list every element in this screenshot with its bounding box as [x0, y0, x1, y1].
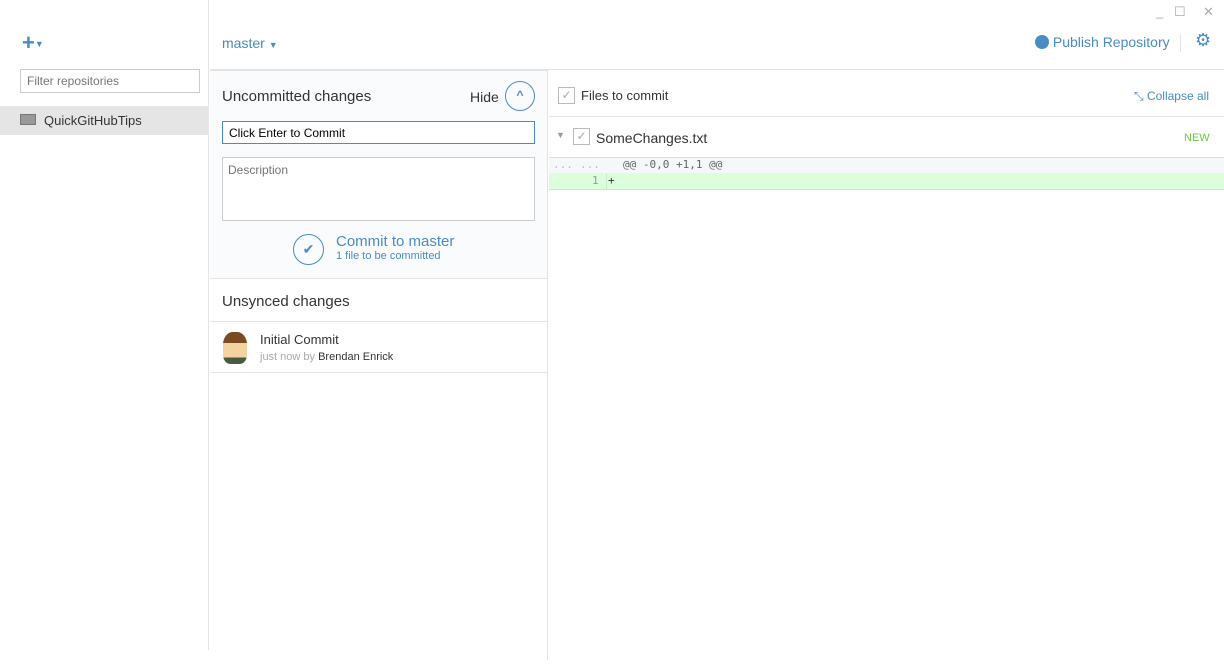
unsynced-title: Unsynced changes [222, 293, 350, 310]
commit-item[interactable]: Initial Commit just now by Brendan Enric… [210, 321, 547, 373]
collapse-icon: ⤡ [1134, 89, 1144, 103]
collapse-all-button[interactable]: ⤡ Collapse all [1134, 89, 1209, 104]
sidebar: +▼ QuickGitHubTips [0, 0, 209, 650]
triangle-down-icon[interactable]: ▼ [556, 130, 565, 140]
gear-icon[interactable]: ⚙ [1195, 30, 1211, 51]
minimize-button[interactable]: _ [1156, 4, 1163, 19]
diff-panel: ✓ Files to commit ⤡ Collapse all ▼ ✓ Som… [549, 70, 1224, 660]
changes-panel: Uncommitted changes Hide ^ ✔ Commit to m… [210, 70, 548, 660]
repo-item[interactable]: QuickGitHubTips [0, 106, 209, 135]
avatar [223, 332, 247, 364]
commit-title: Initial Commit [260, 332, 339, 347]
commit-button[interactable]: Commit to master [336, 233, 454, 250]
publish-label: Publish Repository [1052, 34, 1170, 50]
repo-name: QuickGitHubTips [44, 113, 142, 128]
commit-time: just now by [260, 351, 316, 363]
check-icon[interactable]: ✔ [293, 234, 324, 265]
hide-button[interactable]: Hide [470, 89, 499, 105]
commit-summary-input[interactable] [222, 121, 535, 144]
chevron-up-icon[interactable]: ^ [505, 81, 535, 111]
diff-line: 1 + [549, 173, 1224, 190]
publish-repository-button[interactable]: Publish Repository [1035, 34, 1170, 50]
commit-description-input[interactable] [222, 157, 535, 221]
close-button[interactable]: ✕ [1203, 4, 1214, 20]
filter-repositories-input[interactable] [20, 69, 200, 93]
uncommitted-section: Uncommitted changes Hide ^ ✔ Commit to m… [210, 71, 547, 279]
files-title: Files to commit [581, 88, 669, 103]
file-name: SomeChanges.txt [596, 130, 708, 146]
github-icon [1035, 35, 1049, 49]
chevron-down-icon: ▼ [268, 40, 278, 50]
commit-author: Brendan Enrick [318, 351, 394, 363]
chevron-down-icon: ▼ [34, 39, 44, 50]
plus-icon: + [22, 30, 35, 55]
diff-hunk: ... ... @@ -0,0 +1,1 @@ [549, 157, 1224, 173]
uncommitted-title: Uncommitted changes [222, 88, 372, 105]
select-all-checkbox[interactable]: ✓ [558, 87, 575, 104]
branch-name: master [222, 35, 265, 51]
divider [1180, 34, 1181, 52]
file-checkbox[interactable]: ✓ [573, 128, 590, 145]
add-repository-button[interactable]: +▼ [22, 30, 44, 56]
commit-subtitle: 1 file to be committed [336, 250, 441, 262]
monitor-icon [20, 114, 36, 125]
branch-selector[interactable]: master ▼ [222, 35, 278, 51]
file-item[interactable]: ▼ ✓ SomeChanges.txt NEW [549, 117, 1224, 157]
status-badge: NEW [1184, 132, 1210, 144]
maximize-button[interactable]: ☐ [1174, 4, 1186, 20]
